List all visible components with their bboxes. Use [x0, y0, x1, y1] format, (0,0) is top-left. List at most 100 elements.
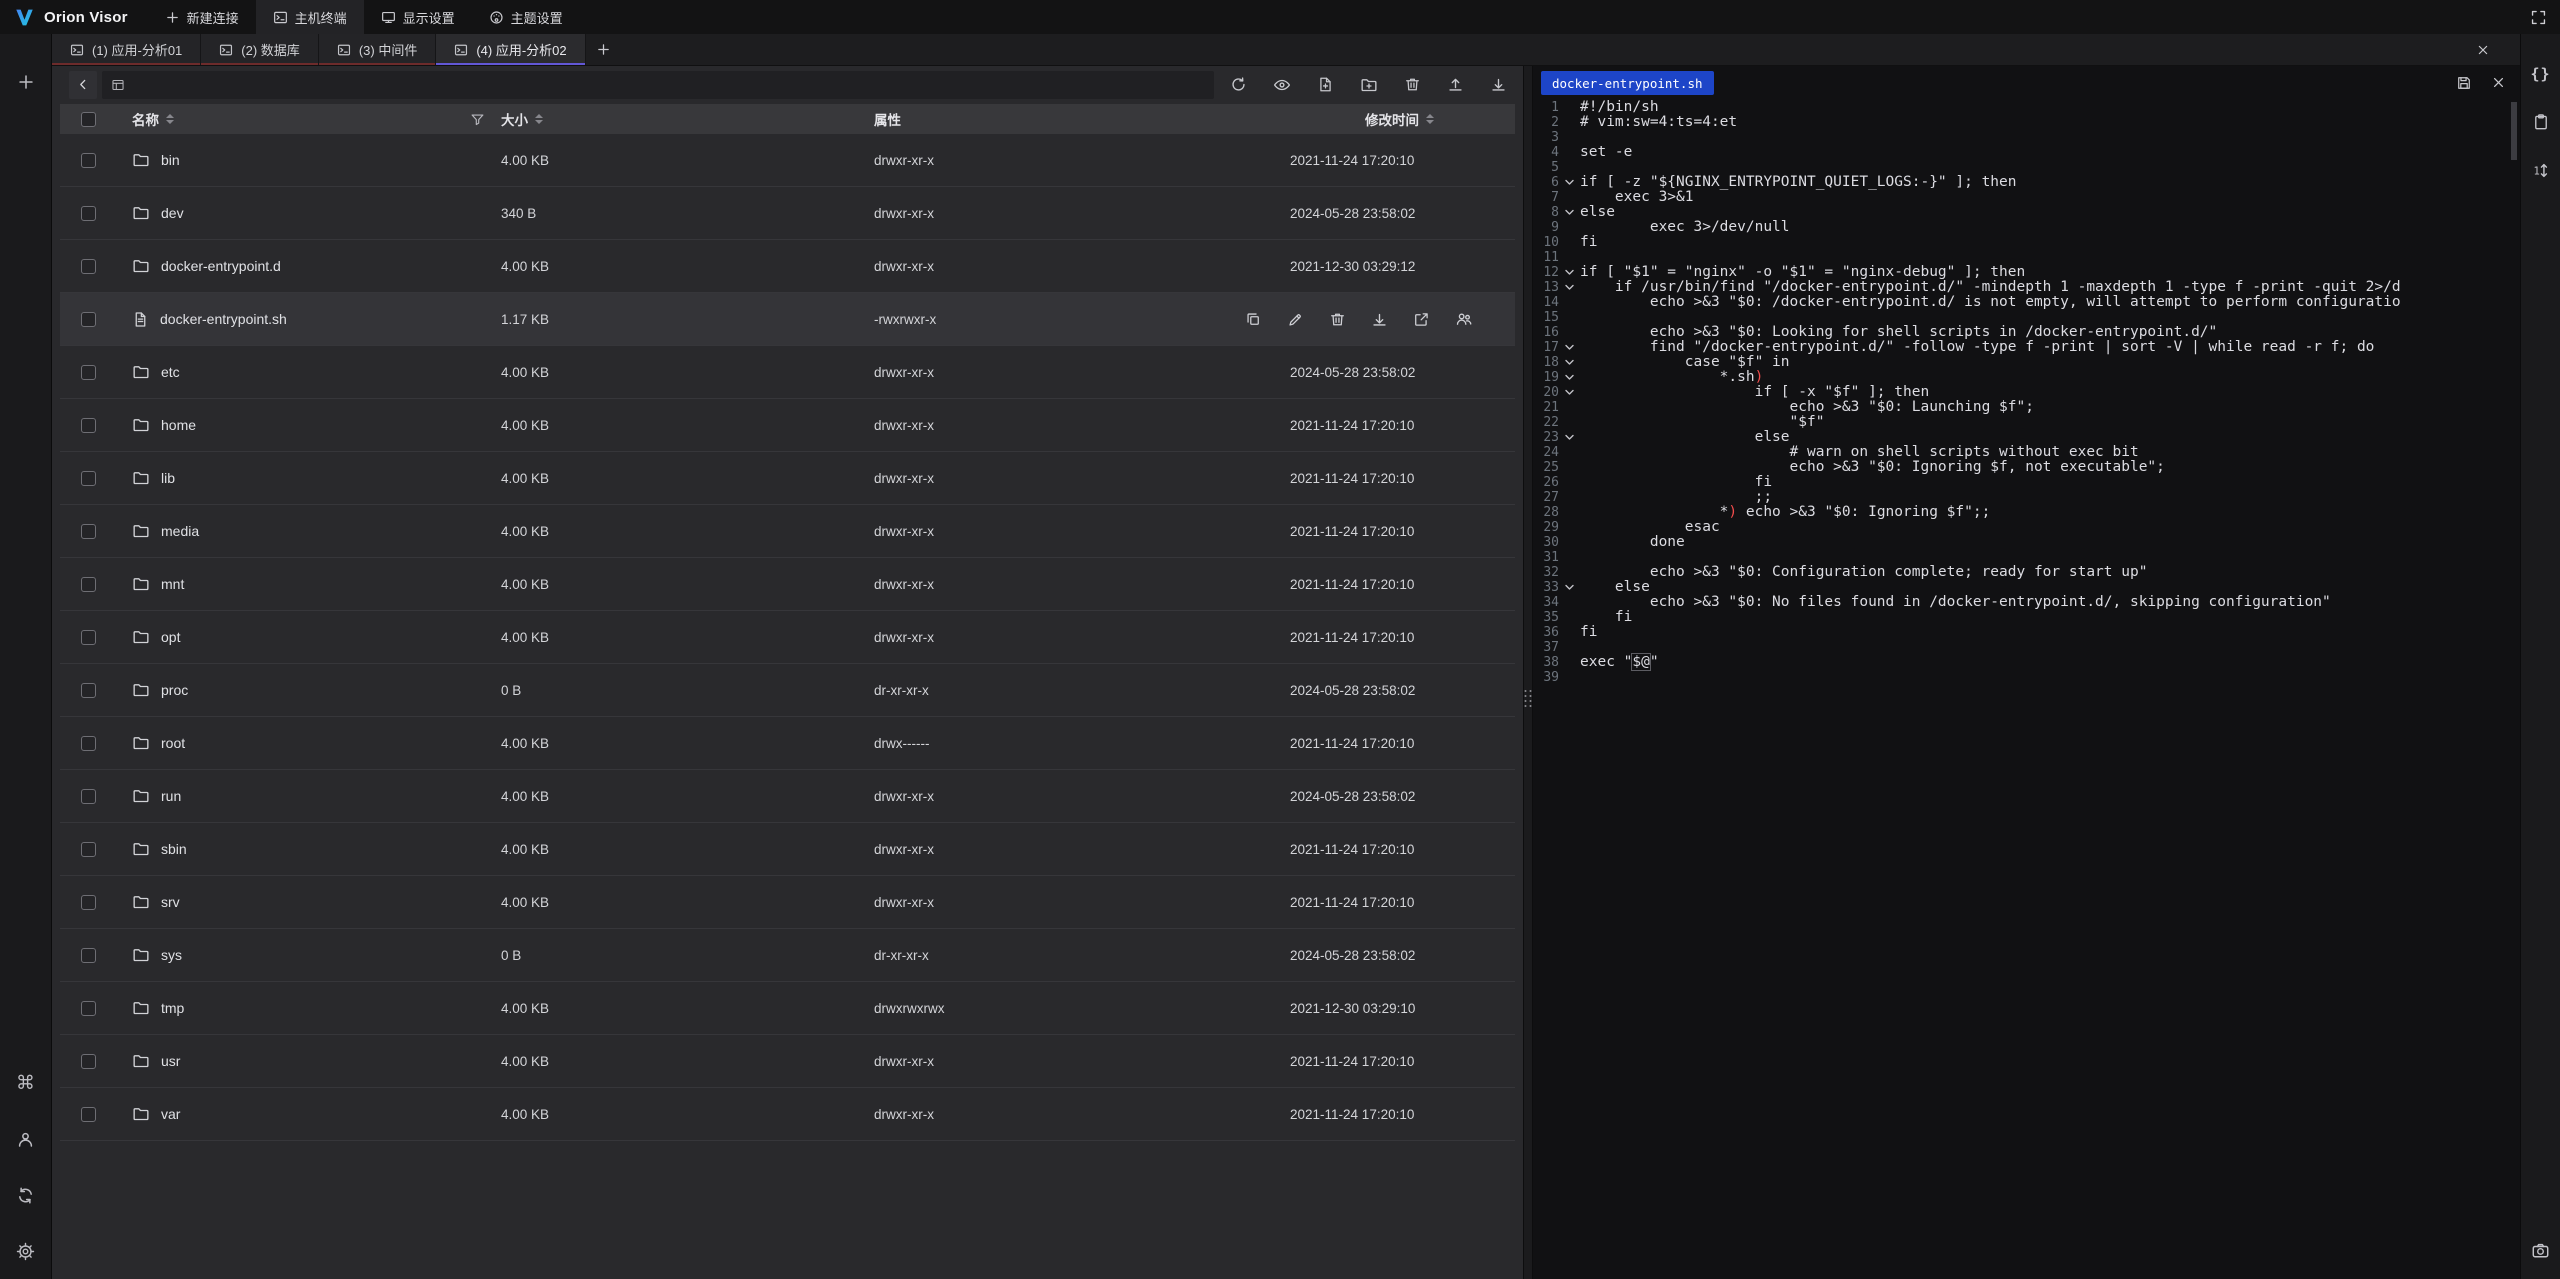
table-row[interactable]: root 4.00 KB drwx------ 2021-11-24 17:20…: [60, 717, 1515, 770]
add-connection-button[interactable]: [8, 64, 44, 100]
panel-splitter[interactable]: [1523, 66, 1533, 1279]
new-folder-icon[interactable]: [1360, 76, 1378, 94]
row-checkbox[interactable]: [81, 1107, 96, 1122]
table-row[interactable]: run 4.00 KB drwxr-xr-x 2024-05-28 23:58:…: [60, 770, 1515, 823]
tab-terminal-1[interactable]: (1) 应用-分析01: [52, 34, 201, 65]
transfer-icon[interactable]: [1413, 311, 1430, 328]
row-checkbox[interactable]: [81, 683, 96, 698]
table-row[interactable]: media 4.00 KB drwxr-xr-x 2021-11-24 17:2…: [60, 505, 1515, 558]
fold-chevron-icon[interactable]: [1559, 340, 1580, 355]
new-tab-button[interactable]: [586, 34, 622, 65]
table-row[interactable]: docker-entrypoint.sh 1.17 KB -rwxrwxr-x: [60, 293, 1515, 346]
fold-chevron-icon[interactable]: [1559, 280, 1580, 295]
code-text: set -e: [1580, 145, 1632, 160]
row-checkbox[interactable]: [81, 842, 96, 857]
refresh-icon[interactable]: [1230, 76, 1247, 93]
fold-chevron-icon[interactable]: [1559, 370, 1580, 385]
row-checkbox[interactable]: [81, 471, 96, 486]
path-input[interactable]: [132, 77, 1205, 92]
table-row[interactable]: var 4.00 KB drwxr-xr-x 2021-11-24 17:20:…: [60, 1088, 1515, 1141]
fold-chevron-icon[interactable]: [1559, 265, 1580, 280]
table-row[interactable]: bin 4.00 KB drwxr-xr-x 2021-11-24 17:20:…: [60, 134, 1515, 187]
save-icon[interactable]: [2456, 75, 2472, 91]
line-sort-button[interactable]: 1: [2526, 155, 2556, 185]
close-panel-button[interactable]: [2476, 34, 2490, 65]
delete-icon[interactable]: [1404, 76, 1421, 93]
line-number: 32: [1533, 565, 1559, 580]
row-checkbox[interactable]: [81, 736, 96, 751]
fold-chevron-icon[interactable]: [1559, 580, 1580, 595]
row-checkbox[interactable]: [81, 259, 96, 274]
table-row[interactable]: home 4.00 KB drwxr-xr-x 2021-11-24 17:20…: [60, 399, 1515, 452]
table-row[interactable]: tmp 4.00 KB drwxrwxrwx 2021-12-30 03:29:…: [60, 982, 1515, 1035]
screenshot-button[interactable]: [2526, 1235, 2556, 1265]
nav-new-connection[interactable]: 新建连接: [148, 0, 256, 34]
table-row[interactable]: etc 4.00 KB drwxr-xr-x 2024-05-28 23:58:…: [60, 346, 1515, 399]
row-checkbox[interactable]: [81, 630, 96, 645]
row-checkbox[interactable]: [81, 206, 96, 221]
fullscreen-icon[interactable]: [2530, 9, 2547, 26]
nav-theme-settings[interactable]: 主题设置: [472, 0, 580, 34]
filter-icon[interactable]: [470, 112, 485, 127]
download-icon[interactable]: [1371, 311, 1388, 328]
command-snippets-button[interactable]: ⌘: [8, 1065, 44, 1101]
sort-name-button[interactable]: [166, 114, 174, 124]
table-row[interactable]: lib 4.00 KB drwxr-xr-x 2021-11-24 17:20:…: [60, 452, 1515, 505]
row-checkbox[interactable]: [81, 365, 96, 380]
row-checkbox[interactable]: [81, 418, 96, 433]
copy-icon[interactable]: [1245, 311, 1262, 328]
user-button[interactable]: [8, 1121, 44, 1157]
nav-display-settings[interactable]: 显示设置: [364, 0, 472, 34]
table-row[interactable]: mnt 4.00 KB drwxr-xr-x 2021-11-24 17:20:…: [60, 558, 1515, 611]
sync-button[interactable]: [8, 1177, 44, 1213]
table-row[interactable]: sbin 4.00 KB drwxr-xr-x 2021-11-24 17:20…: [60, 823, 1515, 876]
table-row[interactable]: opt 4.00 KB drwxr-xr-x 2021-11-24 17:20:…: [60, 611, 1515, 664]
fold-chevron-icon[interactable]: [1559, 355, 1580, 370]
fold-chevron-icon[interactable]: [1559, 385, 1580, 400]
new-file-icon[interactable]: [1317, 76, 1334, 93]
editor-file-tab[interactable]: docker-entrypoint.sh: [1541, 71, 1714, 95]
sort-size-button[interactable]: [535, 114, 543, 124]
close-icon[interactable]: [2491, 75, 2506, 90]
code-text: else: [1580, 580, 1650, 595]
upload-icon[interactable]: [1447, 76, 1464, 93]
file-name: lib: [161, 470, 175, 486]
tab-terminal-2[interactable]: (2) 数据库: [201, 34, 319, 65]
row-checkbox[interactable]: [81, 524, 96, 539]
file-size: 4.00 KB: [501, 153, 874, 168]
table-row[interactable]: sys 0 B dr-xr-xr-x 2024-05-28 23:58:02: [60, 929, 1515, 982]
row-checkbox[interactable]: [81, 948, 96, 963]
row-checkbox[interactable]: [81, 895, 96, 910]
tab-terminal-3[interactable]: (3) 中间件: [319, 34, 437, 65]
sort-mtime-button[interactable]: [1426, 114, 1434, 124]
select-all-checkbox[interactable]: [81, 112, 96, 127]
fold-chevron-icon[interactable]: [1559, 175, 1580, 190]
fold-chevron-icon[interactable]: [1559, 430, 1580, 445]
settings-button[interactable]: [8, 1233, 44, 1269]
download-icon[interactable]: [1490, 76, 1507, 93]
row-checkbox[interactable]: [81, 312, 96, 327]
table-row[interactable]: proc 0 B dr-xr-xr-x 2024-05-28 23:58:02: [60, 664, 1515, 717]
table-row[interactable]: docker-entrypoint.d 4.00 KB drwxr-xr-x 2…: [60, 240, 1515, 293]
table-row[interactable]: srv 4.00 KB drwxr-xr-x 2021-11-24 17:20:…: [60, 876, 1515, 929]
table-row[interactable]: usr 4.00 KB drwxr-xr-x 2021-11-24 17:20:…: [60, 1035, 1515, 1088]
preview-eye-icon[interactable]: [1273, 76, 1291, 94]
table-row[interactable]: dev 340 B drwxr-xr-x 2024-05-28 23:58:02: [60, 187, 1515, 240]
format-button[interactable]: {}: [2526, 59, 2556, 89]
fold-chevron-icon[interactable]: [1559, 205, 1580, 220]
code-editor[interactable]: 1#!/bin/sh2# vim:sw=4:ts=4:et34set -e56i…: [1533, 100, 2520, 685]
file-attr: drwxr-xr-x: [874, 842, 1290, 857]
row-checkbox[interactable]: [81, 153, 96, 168]
delete-icon[interactable]: [1329, 311, 1346, 328]
nav-host-terminal[interactable]: 主机终端: [256, 0, 364, 34]
row-checkbox[interactable]: [81, 1001, 96, 1016]
row-checkbox[interactable]: [81, 789, 96, 804]
row-checkbox[interactable]: [81, 1054, 96, 1069]
edit-icon[interactable]: [1287, 311, 1304, 328]
back-button[interactable]: [69, 71, 97, 99]
row-checkbox[interactable]: [81, 577, 96, 592]
clipboard-button[interactable]: [2526, 107, 2556, 137]
editor-scrollbar-thumb[interactable]: [2511, 102, 2517, 160]
tab-terminal-4[interactable]: (4) 应用-分析02: [436, 34, 585, 65]
permission-icon[interactable]: [1455, 310, 1473, 328]
